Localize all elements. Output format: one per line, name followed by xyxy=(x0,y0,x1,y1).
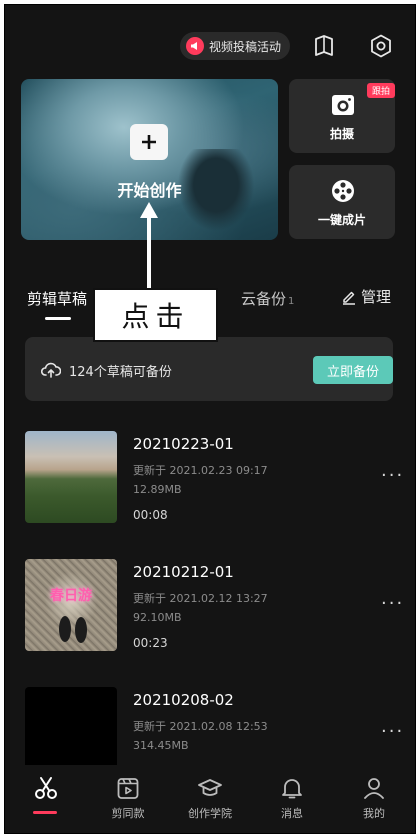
camera-icon xyxy=(332,95,354,115)
template-icon xyxy=(117,778,139,799)
more-options-icon[interactable]: ··· xyxy=(381,465,404,486)
follow-shoot-badge: 跟拍 xyxy=(366,83,395,98)
one-click-video-card[interactable]: 一键成片 xyxy=(289,165,395,239)
cloud-upload-icon xyxy=(41,362,61,378)
annotation-arrow xyxy=(140,202,158,290)
nav-academy-label: 创作学院 xyxy=(188,807,232,820)
shoot-label: 拍摄 xyxy=(329,127,354,141)
draft-name: 20210212-01 xyxy=(133,563,234,581)
start-creating-label: 开始创作 xyxy=(117,181,182,200)
tab-drafts[interactable]: 剪辑草稿 xyxy=(27,288,87,309)
more-options-icon[interactable]: ··· xyxy=(381,593,404,614)
tab-active-indicator xyxy=(45,317,71,320)
nav-templates[interactable]: 剪同款 xyxy=(87,775,169,821)
draft-thumbnail: 春日游 xyxy=(25,559,117,651)
draft-thumbnail xyxy=(25,431,117,523)
backup-message: 124个草稿可备份 xyxy=(69,365,172,380)
draft-updated-time: 更新于 2021.02.12 13:27 xyxy=(133,592,268,605)
draft-size: 12.89MB xyxy=(133,483,182,496)
bottom-nav: 剪同款 创作学院 消息 我的 xyxy=(5,765,415,833)
draft-duration: 00:23 xyxy=(133,636,168,650)
settings-icon[interactable] xyxy=(368,33,394,59)
tab-cloud-backup[interactable]: 云备份 1 xyxy=(241,288,294,309)
cloud-backup-label: 云备份 xyxy=(241,290,287,308)
graduation-cap-icon xyxy=(198,779,222,796)
scissors-icon xyxy=(35,777,57,799)
draft-item[interactable]: 20210223-01 更新于 2021.02.23 09:17 12.89MB… xyxy=(25,431,402,523)
nav-academy[interactable]: 创作学院 xyxy=(169,775,251,821)
one-click-video-label: 一键成片 xyxy=(317,213,366,227)
shoot-card[interactable]: 跟拍 拍摄 xyxy=(289,79,395,153)
app-screen: 视频投稿活动 开始创作 跟拍 拍摄 一键成片 剪辑草稿 云备份 1 管理 124… xyxy=(4,4,416,834)
edit-pencil-icon xyxy=(343,291,355,305)
backup-banner: 124个草稿可备份 立即备份 xyxy=(25,337,393,401)
activity-label: 视频投稿活动 xyxy=(209,39,282,54)
nav-profile-label: 我的 xyxy=(363,807,385,820)
manage-button[interactable]: 管理 xyxy=(341,286,391,307)
cloud-backup-count: 1 xyxy=(288,296,295,307)
more-options-icon[interactable]: ··· xyxy=(381,721,404,742)
activity-pill[interactable]: 视频投稿活动 xyxy=(180,32,290,60)
draft-name: 20210223-01 xyxy=(133,435,234,453)
nav-active-indicator xyxy=(33,811,57,814)
megaphone-icon xyxy=(186,37,204,55)
profile-icon xyxy=(364,778,384,799)
nav-messages[interactable]: 消息 xyxy=(251,775,333,821)
draft-item[interactable]: 春日游 20210212-01 更新于 2021.02.12 13:27 92.… xyxy=(25,559,402,651)
nav-profile[interactable]: 我的 xyxy=(333,775,415,821)
nav-edit[interactable] xyxy=(5,775,87,805)
shoes-image xyxy=(59,616,87,643)
manage-label: 管理 xyxy=(361,288,392,306)
draft-updated-time: 更新于 2021.02.23 09:17 xyxy=(133,464,268,477)
draft-updated-time: 更新于 2021.02.08 12:53 xyxy=(133,720,268,733)
draft-duration: 00:08 xyxy=(133,508,168,522)
nav-templates-label: 剪同款 xyxy=(111,807,145,820)
plus-icon xyxy=(130,124,168,160)
draft-size: 92.10MB xyxy=(133,611,182,624)
draft-size: 314.45MB xyxy=(133,739,189,752)
click-annotation: 点击 xyxy=(93,288,218,342)
thumbnail-caption: 春日游 xyxy=(50,588,92,604)
film-reel-icon xyxy=(332,180,354,202)
nav-messages-label: 消息 xyxy=(281,807,303,820)
backup-now-button[interactable]: 立即备份 xyxy=(313,356,393,384)
click-annotation-text: 点击 xyxy=(121,300,190,333)
bell-icon xyxy=(282,779,302,799)
tutorial-book-icon[interactable] xyxy=(311,33,337,59)
draft-name: 20210208-02 xyxy=(133,691,234,709)
